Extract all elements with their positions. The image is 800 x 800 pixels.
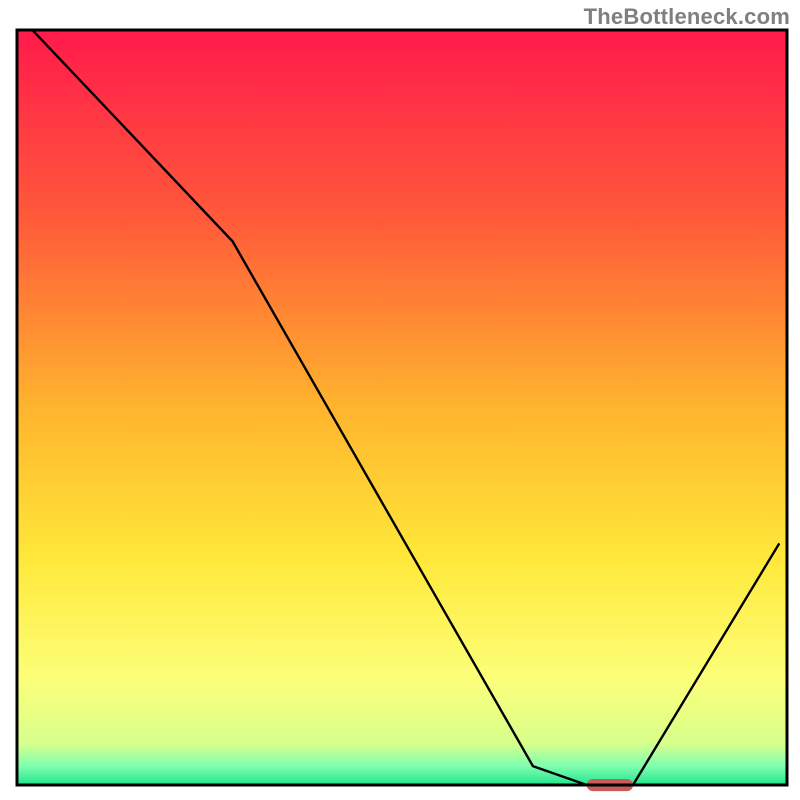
- chart-stage: TheBottleneck.com: [0, 0, 800, 800]
- bottleneck-chart: [0, 0, 800, 800]
- watermark-text: TheBottleneck.com: [584, 4, 790, 30]
- chart-background-gradient: [17, 30, 787, 785]
